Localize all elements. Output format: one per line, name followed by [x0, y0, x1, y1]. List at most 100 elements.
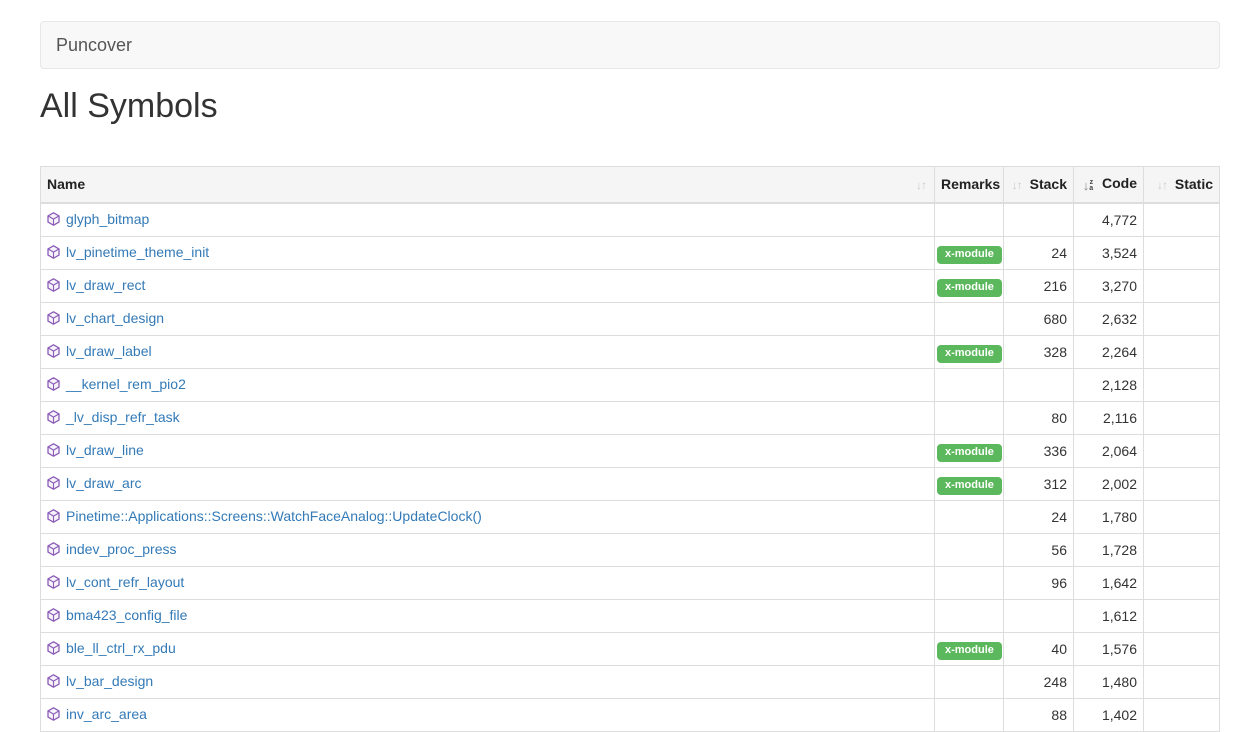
- name-cell: Pinetime::Applications::Screens::WatchFa…: [41, 500, 935, 533]
- code-cell: 1,642: [1074, 566, 1144, 599]
- symbol-link[interactable]: inv_arc_area: [66, 706, 147, 722]
- symbol-cube-icon: [47, 442, 60, 462]
- table-row: indev_proc_press 56 1,728: [41, 533, 1220, 566]
- stack-cell: 56: [1004, 533, 1074, 566]
- column-header-name[interactable]: ↓↑ Name: [41, 166, 935, 203]
- code-cell: 1,612: [1074, 599, 1144, 632]
- static-cell: [1144, 665, 1220, 698]
- table-row: lv_draw_arc x-module 312 2,002: [41, 467, 1220, 500]
- symbol-cube-icon: [47, 376, 60, 396]
- sort-unsorted-icon: ↓↑: [1157, 175, 1167, 195]
- code-cell: 1,480: [1074, 665, 1144, 698]
- stack-cell: 24: [1004, 500, 1074, 533]
- sort-letter-a: a: [1089, 186, 1093, 192]
- symbol-link[interactable]: lv_cont_refr_layout: [66, 574, 184, 590]
- name-cell: lv_draw_label: [41, 335, 935, 368]
- code-cell: 2,264: [1074, 335, 1144, 368]
- symbol-link[interactable]: lv_draw_arc: [66, 475, 141, 491]
- table-row: __kernel_rem_pio2 2,128: [41, 368, 1220, 401]
- name-cell: lv_draw_arc: [41, 467, 935, 500]
- symbol-link[interactable]: indev_proc_press: [66, 541, 177, 557]
- symbol-link[interactable]: ble_ll_ctrl_rx_pdu: [66, 640, 176, 656]
- name-cell: lv_draw_line: [41, 434, 935, 467]
- name-cell: lv_cont_refr_layout: [41, 566, 935, 599]
- table-row: lv_draw_line x-module 336 2,064: [41, 434, 1220, 467]
- code-cell: 2,116: [1074, 401, 1144, 434]
- name-cell: lv_pinetime_theme_init: [41, 236, 935, 269]
- symbol-cube-icon: [47, 541, 60, 561]
- code-cell: 1,576: [1074, 632, 1144, 665]
- sort-unsorted-icon: ↓↑: [916, 175, 926, 195]
- symbol-link[interactable]: __kernel_rem_pio2: [66, 376, 186, 392]
- static-cell: [1144, 632, 1220, 665]
- symbol-link[interactable]: glyph_bitmap: [66, 211, 149, 227]
- column-header-code[interactable]: ↓za Code: [1074, 166, 1144, 203]
- static-cell: [1144, 500, 1220, 533]
- static-cell: [1144, 236, 1220, 269]
- navbar-brand[interactable]: Puncover: [56, 35, 132, 55]
- column-header-stack[interactable]: ↓↑ Stack: [1004, 166, 1074, 203]
- remarks-cell: [935, 500, 1004, 533]
- remarks-cell: x-module: [935, 335, 1004, 368]
- table-header-row: ↓↑ Name Remarks ↓↑ Stack ↓za Code: [41, 166, 1220, 203]
- symbol-link[interactable]: lv_pinetime_theme_init: [66, 244, 209, 260]
- static-cell: [1144, 302, 1220, 335]
- remarks-cell: x-module: [935, 467, 1004, 500]
- table-row: glyph_bitmap 4,772: [41, 203, 1220, 237]
- static-cell: [1144, 368, 1220, 401]
- code-cell: 2,128: [1074, 368, 1144, 401]
- symbol-link[interactable]: bma423_config_file: [66, 607, 187, 623]
- column-label-code: Code: [1102, 175, 1137, 191]
- remarks-cell: [935, 203, 1004, 237]
- symbol-cube-icon: [47, 508, 60, 528]
- x-module-badge: x-module: [937, 246, 1002, 264]
- remarks-cell: [935, 368, 1004, 401]
- code-cell: 1,780: [1074, 500, 1144, 533]
- symbol-cube-icon: [47, 607, 60, 627]
- symbol-link[interactable]: lv_draw_label: [66, 343, 152, 359]
- symbol-link[interactable]: lv_bar_design: [66, 673, 153, 689]
- table-row: lv_draw_label x-module 328 2,264: [41, 335, 1220, 368]
- stack-cell: 248: [1004, 665, 1074, 698]
- static-cell: [1144, 533, 1220, 566]
- symbol-link[interactable]: _lv_disp_refr_task: [66, 409, 180, 425]
- stack-cell: 216: [1004, 269, 1074, 302]
- remarks-cell: [935, 665, 1004, 698]
- table-row: ble_ll_ctrl_rx_pdu x-module 40 1,576: [41, 632, 1220, 665]
- code-cell: 3,270: [1074, 269, 1144, 302]
- column-label-stack: Stack: [1030, 176, 1067, 192]
- x-module-badge: x-module: [937, 642, 1002, 660]
- sort-up-arrow-icon: ↑: [1017, 178, 1022, 192]
- code-cell: 4,772: [1074, 203, 1144, 237]
- name-cell: lv_bar_design: [41, 665, 935, 698]
- static-cell: [1144, 434, 1220, 467]
- symbol-cube-icon: [47, 673, 60, 693]
- stack-cell: 80: [1004, 401, 1074, 434]
- remarks-cell: [935, 533, 1004, 566]
- page-root: Puncover All Symbols ↓↑ Name Remarks ↓↑: [0, 21, 1260, 732]
- stack-cell: 40: [1004, 632, 1074, 665]
- column-header-remarks: Remarks: [935, 166, 1004, 203]
- stack-cell: 328: [1004, 335, 1074, 368]
- symbol-cube-icon: [47, 244, 60, 264]
- static-cell: [1144, 599, 1220, 632]
- symbol-link[interactable]: lv_chart_design: [66, 310, 164, 326]
- static-cell: [1144, 401, 1220, 434]
- column-header-static[interactable]: ↓↑ Static: [1144, 166, 1220, 203]
- symbol-link[interactable]: lv_draw_line: [66, 442, 144, 458]
- table-row: lv_chart_design 680 2,632: [41, 302, 1220, 335]
- column-label-name: Name: [47, 176, 85, 192]
- page-title: All Symbols: [40, 88, 1220, 125]
- remarks-cell: x-module: [935, 434, 1004, 467]
- column-label-remarks: Remarks: [941, 176, 1000, 192]
- name-cell: ble_ll_ctrl_rx_pdu: [41, 632, 935, 665]
- remarks-cell: x-module: [935, 632, 1004, 665]
- symbol-link[interactable]: lv_draw_rect: [66, 277, 145, 293]
- name-cell: bma423_config_file: [41, 599, 935, 632]
- static-cell: [1144, 698, 1220, 731]
- stack-cell: 88: [1004, 698, 1074, 731]
- code-cell: 3,524: [1074, 236, 1144, 269]
- symbol-link[interactable]: Pinetime::Applications::Screens::WatchFa…: [66, 508, 482, 524]
- x-module-badge: x-module: [937, 477, 1002, 495]
- name-cell: glyph_bitmap: [41, 203, 935, 237]
